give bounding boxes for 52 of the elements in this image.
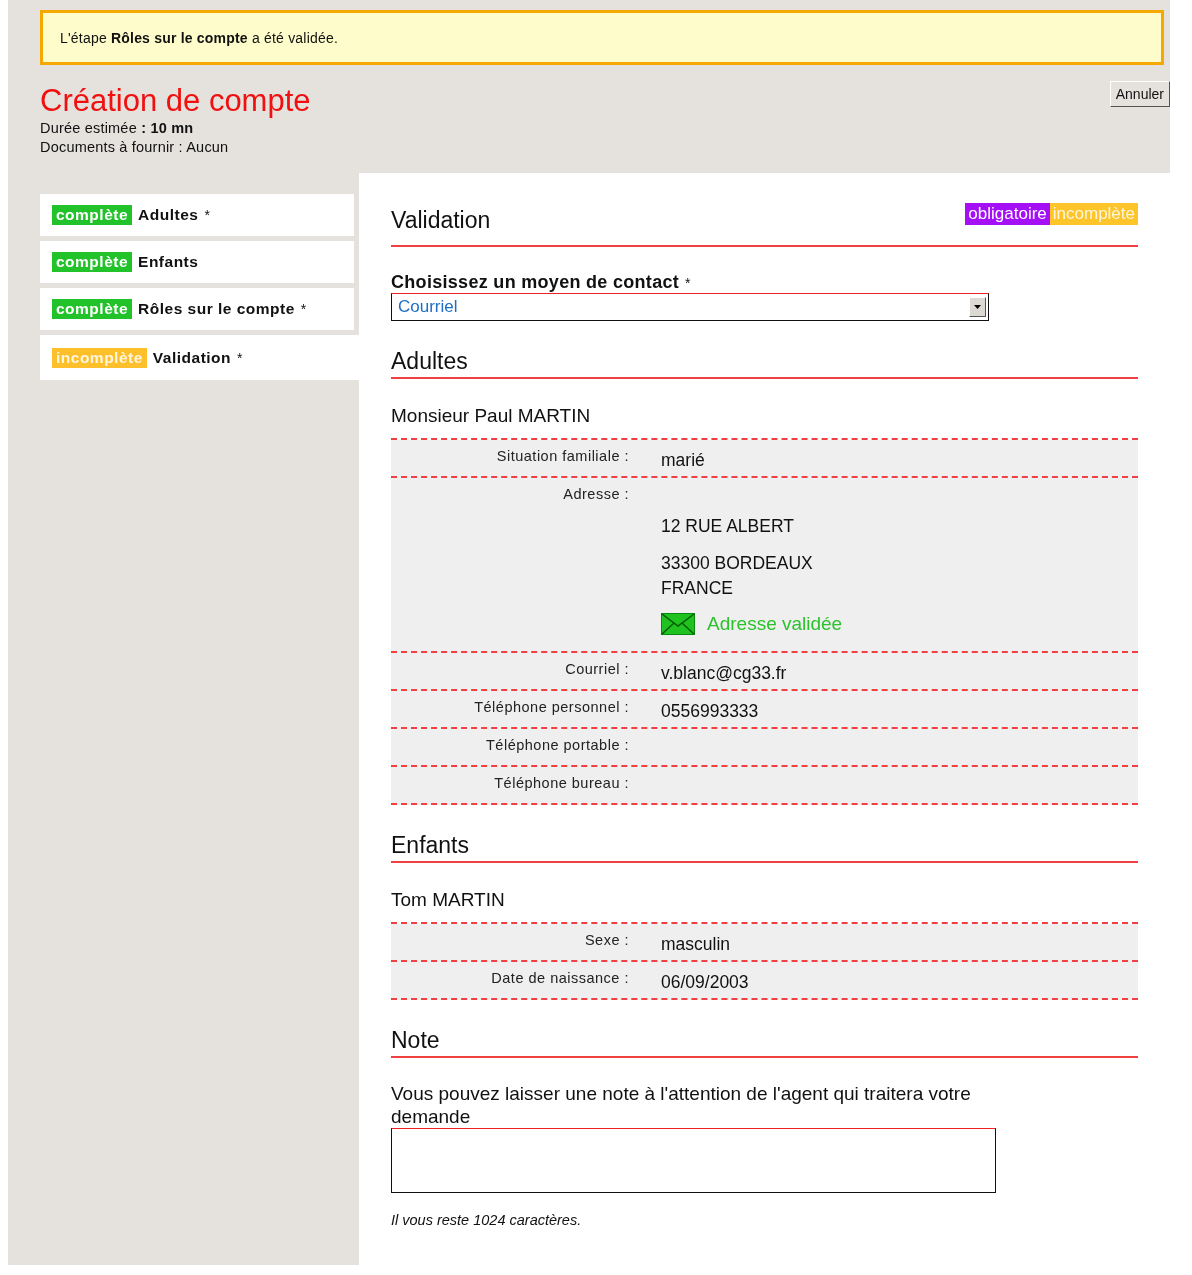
note-field[interactable] — [391, 1128, 996, 1193]
section-heading: Enfants — [391, 825, 1138, 863]
field-label: Courriel : — [564, 660, 629, 679]
required-mark: * — [300, 301, 307, 317]
step-label: Validation — [152, 348, 232, 367]
step-label: Adultes — [138, 206, 199, 224]
person-name: Tom MARTIN — [391, 889, 506, 911]
address-line: 12 RUE ALBERT — [661, 515, 795, 538]
field-label: Téléphone personnel : — [473, 698, 629, 717]
field-value: marié — [661, 450, 705, 470]
required-mark: * — [204, 207, 211, 223]
field-value: v.blanc@cg33.fr — [661, 663, 787, 683]
field-label: Téléphone portable : — [485, 736, 629, 755]
verified-text: Adresse validée — [707, 613, 843, 635]
address-line: 33300 BORDEAUX — [661, 552, 814, 575]
field-value: 06/09/2003 — [661, 972, 749, 992]
person-name: Monsieur Paul MARTIN — [391, 405, 592, 427]
step-tab[interactable]: complète Adultes * — [40, 194, 354, 236]
status-tag: complète — [52, 205, 133, 225]
step-label: Enfants — [138, 253, 199, 271]
step-tab[interactable]: complète Enfants — [40, 241, 354, 283]
field-label: Date de naissance : — [490, 969, 629, 988]
documents-text: Documents à fournir : Aucun — [40, 138, 230, 157]
step-tab[interactable]: complète Rôles sur le compte * — [40, 288, 354, 330]
duration-text: Durée estimée : 10 mn — [40, 119, 195, 138]
contact-select[interactable]: Courriel — [391, 293, 989, 321]
required-mark: * — [237, 349, 243, 366]
step-label: Rôles sur le compte — [138, 300, 295, 318]
notice-text: L'étape Rôles sur le compte a été validée. — [60, 29, 338, 46]
cancel-button[interactable]: Annuler — [1109, 81, 1170, 107]
field-label: Téléphone bureau : — [493, 774, 629, 793]
section-heading: Validation — [391, 206, 491, 234]
page-title: Création de compte — [40, 83, 311, 119]
section-heading: Adultes — [391, 341, 1138, 379]
status-tag: complète — [52, 252, 133, 272]
address-line: FRANCE — [661, 577, 734, 600]
character-counter: Il vous reste 1024 caractères. — [391, 1212, 583, 1228]
field-label: Choisissez un moyen de contact — [391, 272, 680, 292]
field-label: Situation familiale : — [495, 447, 629, 466]
step-tab[interactable]: incomplète Validation * — [40, 335, 359, 380]
status-tag: incomplète — [52, 347, 147, 368]
envelope-icon — [661, 613, 695, 635]
note-hint: Vous pouvez laisser une note à l'attention de l'agent qui traitera votre demande — [391, 1082, 972, 1128]
field-value: masculin — [661, 934, 731, 954]
status-badge: incomplète — [1049, 203, 1138, 225]
field-value: 0556993333 — [661, 701, 759, 721]
required-mark: * — [685, 275, 691, 291]
status-badge: obligatoire — [965, 203, 1050, 225]
section-heading: Note — [391, 1020, 1138, 1058]
status-tag: complète — [52, 299, 133, 319]
field-label: Sexe : — [583, 931, 629, 950]
field-label: Adresse : — [562, 485, 629, 504]
